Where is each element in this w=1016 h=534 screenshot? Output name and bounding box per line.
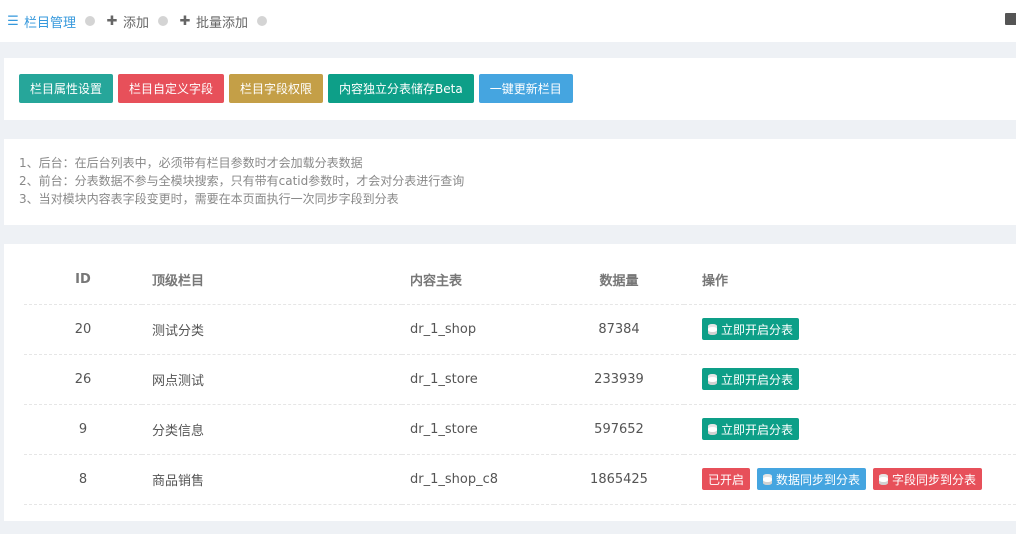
header-actions: 操作 bbox=[684, 256, 1016, 305]
table-row: 8 商品销售 dr_1_shop_c8 1865425 已开启 数据同步到分表 字段… bbox=[24, 454, 1016, 505]
attr-settings-button[interactable]: 栏目属性设置 bbox=[19, 74, 114, 103]
database-icon bbox=[708, 423, 717, 435]
cell-top-column: 网点测试 bbox=[142, 354, 402, 405]
button-label: 立即开启分表 bbox=[721, 422, 794, 437]
cell-top-column: 分类信息 bbox=[142, 404, 402, 455]
button-label: 数据同步到分表 bbox=[776, 472, 861, 487]
table-header-row: ID 顶级栏目 内容主表 数据量 操作 bbox=[24, 256, 1016, 305]
cell-id: 9 bbox=[24, 404, 142, 455]
nav-batch-add[interactable]: ✚ 批量添加 bbox=[179, 12, 248, 31]
column-table: ID 顶级栏目 内容主表 数据量 操作 20 测试分类 dr_1_shop 87… bbox=[24, 256, 1016, 505]
header-main-table: 内容主表 bbox=[402, 256, 554, 305]
cell-count: 87384 bbox=[554, 304, 684, 355]
enabled-status-button[interactable]: 已开启 bbox=[702, 468, 751, 490]
field-permissions-button[interactable]: 栏目字段权限 bbox=[229, 74, 324, 103]
book-icon[interactable] bbox=[1005, 13, 1016, 25]
notes-panel: 1、后台：在后台列表中，必须带有栏目参数时才会加载分表数据 2、前台：分表数据不… bbox=[4, 139, 1016, 225]
table-panel: ID 顶级栏目 内容主表 数据量 操作 20 测试分类 dr_1_shop 87… bbox=[4, 244, 1016, 521]
dot-icon bbox=[158, 16, 169, 26]
cell-actions: 立即开启分表 bbox=[684, 354, 1016, 405]
header-top-column: 顶级栏目 bbox=[142, 256, 402, 305]
cell-count: 1865425 bbox=[554, 454, 684, 505]
cell-main-table: dr_1_store bbox=[402, 354, 554, 405]
button-label: 立即开启分表 bbox=[721, 372, 794, 387]
cell-top-column: 商品销售 bbox=[142, 454, 402, 505]
button-label: 立即开启分表 bbox=[721, 322, 794, 337]
cell-id: 20 bbox=[24, 304, 142, 355]
action-panel: 栏目属性设置 栏目自定义字段 栏目字段权限 内容独立分表储存Beta 一键更新栏… bbox=[4, 58, 1016, 120]
note-line: 1、后台：在后台列表中，必须带有栏目参数时才会加载分表数据 bbox=[19, 156, 363, 170]
cell-id: 26 bbox=[24, 354, 142, 405]
top-nav: ☰ 栏目管理 ✚ 添加 ✚ 批量添加 bbox=[0, 0, 1016, 42]
nav-label: 批量添加 bbox=[196, 15, 249, 31]
enable-split-button[interactable]: 立即开启分表 bbox=[702, 418, 800, 440]
sync-fields-button[interactable]: 字段同步到分表 bbox=[873, 468, 983, 490]
database-icon bbox=[763, 473, 773, 485]
plus-icon: ✚ bbox=[179, 13, 191, 29]
nav-label: 添加 bbox=[123, 15, 150, 31]
database-icon bbox=[708, 373, 717, 385]
cell-count: 597652 bbox=[554, 404, 684, 455]
sync-data-button[interactable]: 数据同步到分表 bbox=[757, 468, 867, 490]
enable-split-button[interactable]: 立即开启分表 bbox=[702, 368, 800, 390]
button-label: 字段同步到分表 bbox=[892, 472, 977, 487]
one-click-update-button[interactable]: 一键更新栏目 bbox=[478, 74, 573, 103]
database-icon bbox=[708, 323, 717, 335]
note-line: 3、当对模块内容表字段变更时，需要在本页面执行一次同步字段到分表 bbox=[19, 192, 399, 206]
custom-fields-button[interactable]: 栏目自定义字段 bbox=[118, 74, 225, 103]
dot-icon bbox=[85, 16, 96, 26]
enable-split-button[interactable]: 立即开启分表 bbox=[702, 318, 800, 340]
list-icon: ☰ bbox=[7, 13, 19, 29]
database-icon bbox=[879, 473, 889, 485]
plus-icon: ✚ bbox=[106, 13, 118, 29]
cell-main-table: dr_1_store bbox=[402, 404, 554, 455]
header-id: ID bbox=[24, 256, 142, 305]
cell-actions: 已开启 数据同步到分表 字段同步到分表 bbox=[684, 454, 1016, 505]
cell-actions: 立即开启分表 bbox=[684, 304, 1016, 355]
dot-icon bbox=[257, 16, 268, 26]
nav-add[interactable]: ✚ 添加 bbox=[106, 12, 149, 31]
cell-actions: 立即开启分表 bbox=[684, 404, 1016, 455]
table-row: 20 测试分类 dr_1_shop 87384 立即开启分表 bbox=[24, 304, 1016, 355]
table-row: 9 分类信息 dr_1_store 597652 立即开启分表 bbox=[24, 404, 1016, 455]
cell-top-column: 测试分类 bbox=[142, 304, 402, 355]
independent-storage-button[interactable]: 内容独立分表储存Beta bbox=[328, 74, 474, 103]
nav-label: 栏目管理 bbox=[24, 15, 77, 31]
note-line: 2、前台：分表数据不参与全模块搜索，只有带有catid参数时，才会对分表进行查询 bbox=[19, 174, 465, 188]
cell-main-table: dr_1_shop_c8 bbox=[402, 454, 554, 505]
table-row: 26 网点测试 dr_1_store 233939 立即开启分表 bbox=[24, 354, 1016, 405]
nav-column-manage[interactable]: ☰ 栏目管理 bbox=[7, 12, 76, 31]
cell-main-table: dr_1_shop bbox=[402, 304, 554, 355]
cell-id: 8 bbox=[24, 454, 142, 505]
header-count: 数据量 bbox=[554, 256, 684, 305]
cell-count: 233939 bbox=[554, 354, 684, 405]
